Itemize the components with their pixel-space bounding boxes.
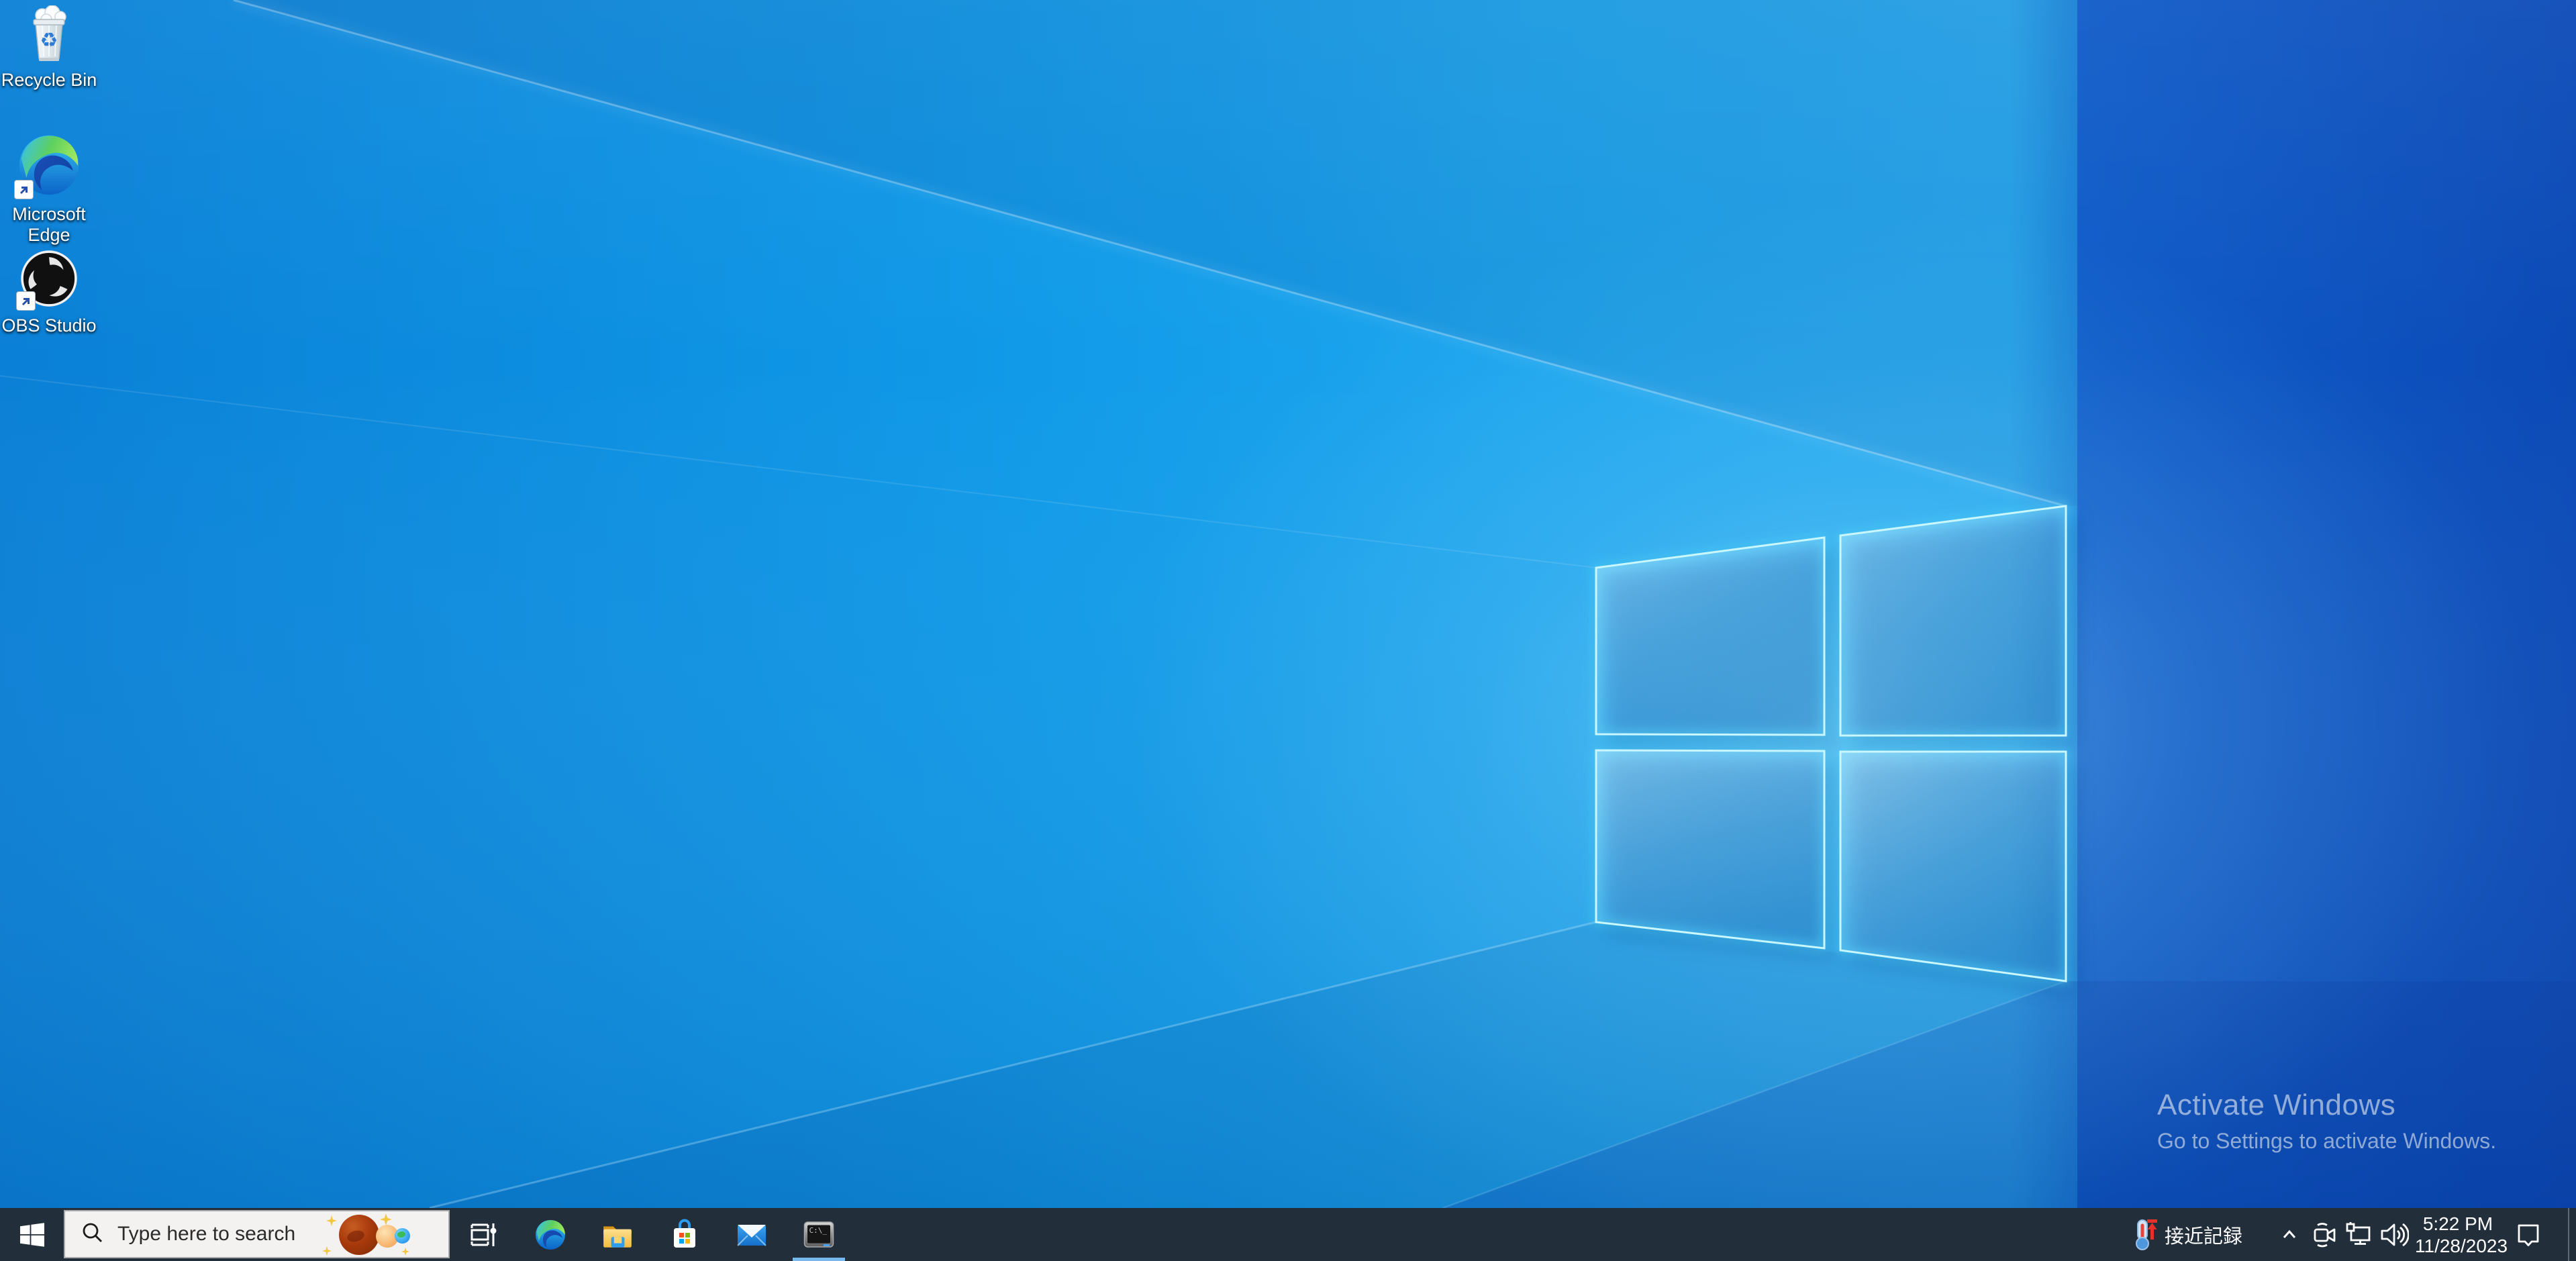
task-view-icon bbox=[467, 1219, 499, 1251]
running-app-indicator bbox=[793, 1258, 845, 1261]
planet-earth-icon bbox=[395, 1228, 410, 1244]
activate-windows-watermark: Activate Windows Go to Settings to activ… bbox=[2157, 1089, 2496, 1154]
microsoft-edge-icon bbox=[534, 1219, 566, 1251]
tray-widget-label[interactable]: 接近記録 bbox=[2165, 1221, 2242, 1249]
obs-studio-icon bbox=[20, 250, 78, 311]
watermark-title: Activate Windows bbox=[2157, 1089, 2496, 1122]
taskbar-button-command-prompt[interactable]: C:\_ bbox=[785, 1208, 852, 1261]
sparkle-icon bbox=[322, 1246, 332, 1256]
file-explorer-icon bbox=[601, 1218, 634, 1252]
svg-text:♻: ♻ bbox=[40, 29, 58, 52]
system-tray: 接近記録 bbox=[2130, 1208, 2576, 1261]
taskbar-button-microsoft-store[interactable] bbox=[651, 1208, 718, 1261]
desktop-icon-label: Recycle Bin bbox=[1, 70, 97, 91]
taskbar: C:\_ 接近記録 bbox=[0, 1208, 2576, 1261]
action-center-icon[interactable] bbox=[2514, 1221, 2542, 1249]
logo-pane-top-right bbox=[1840, 506, 2066, 736]
network-icon[interactable] bbox=[2345, 1221, 2372, 1248]
clock-time: 5:22 PM bbox=[2415, 1213, 2501, 1235]
taskbar-app-buttons: C:\_ bbox=[450, 1208, 852, 1261]
meet-now-camera-icon[interactable] bbox=[2312, 1221, 2338, 1248]
command-prompt-icon: C:\_ bbox=[803, 1219, 835, 1251]
planet-mars-icon bbox=[339, 1215, 379, 1255]
search-input[interactable] bbox=[116, 1222, 320, 1246]
logo-pane-top-left bbox=[1596, 538, 1824, 735]
desktop-icon-obs-studio[interactable]: OBS Studio bbox=[0, 250, 99, 336]
microsoft-edge-icon bbox=[18, 134, 80, 199]
sparkle-icon bbox=[401, 1248, 409, 1256]
recycle-bin-icon: ♻ bbox=[22, 5, 76, 65]
sparkle-icon bbox=[380, 1213, 392, 1225]
windows-start-icon bbox=[20, 1223, 44, 1247]
microsoft-store-icon bbox=[668, 1219, 701, 1251]
taskbar-button-file-explorer[interactable] bbox=[584, 1208, 651, 1261]
desktop-icon-microsoft-edge[interactable]: Microsoft Edge bbox=[0, 134, 99, 246]
desktop[interactable]: ♻ Recycle Bin bbox=[0, 0, 2576, 1208]
taskbar-button-task-view[interactable] bbox=[450, 1208, 517, 1261]
wallpaper bbox=[0, 0, 2576, 1208]
shortcut-arrow-icon bbox=[14, 180, 34, 199]
taskbar-clock[interactable]: 5:22 PM 11/28/2023 bbox=[2415, 1213, 2501, 1257]
search-highlight-art bbox=[321, 1211, 448, 1257]
taskbar-search-box[interactable] bbox=[64, 1210, 450, 1258]
desktop-icon-recycle-bin[interactable]: ♻ Recycle Bin bbox=[0, 5, 99, 91]
logo-pane-bottom-right bbox=[1840, 752, 2066, 981]
volume-icon[interactable] bbox=[2379, 1221, 2409, 1249]
watermark-subtitle: Go to Settings to activate Windows. bbox=[2157, 1129, 2496, 1154]
hidden-icons-chevron[interactable] bbox=[2279, 1225, 2299, 1245]
cmd-screen-text: C:\_ bbox=[809, 1226, 828, 1235]
taskbar-button-mail[interactable] bbox=[718, 1208, 785, 1261]
taskbar-button-edge[interactable] bbox=[517, 1208, 584, 1261]
show-desktop-button[interactable] bbox=[2569, 1208, 2576, 1261]
thermometer-widget-icon[interactable] bbox=[2130, 1218, 2158, 1252]
desktop-icon-label: OBS Studio bbox=[1, 315, 96, 336]
mail-icon bbox=[736, 1219, 768, 1251]
start-button[interactable] bbox=[0, 1208, 64, 1261]
shortcut-arrow-icon bbox=[16, 291, 36, 311]
sparkle-icon bbox=[326, 1215, 337, 1226]
logo-pane-bottom-left bbox=[1596, 750, 1824, 948]
search-icon bbox=[81, 1221, 104, 1248]
clock-date: 11/28/2023 bbox=[2415, 1235, 2501, 1257]
desktop-icon-label: Microsoft Edge bbox=[0, 204, 99, 246]
windows-desktop-screen: { "desktop": { "icons": [ { "label": "Re… bbox=[0, 0, 2576, 1261]
